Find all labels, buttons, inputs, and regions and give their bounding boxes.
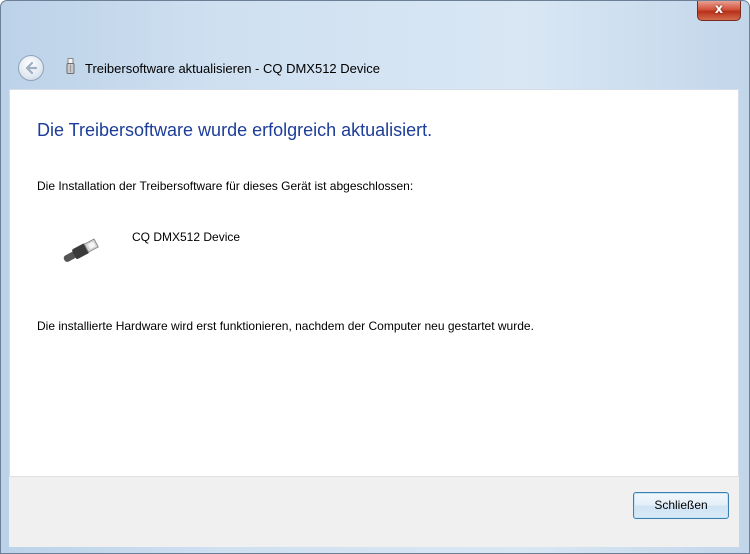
dialog-window: x Treibersoftware aktualisieren - CQ DMX…: [0, 0, 750, 554]
back-button[interactable]: [18, 55, 44, 81]
close-icon: x: [714, 2, 724, 17]
installation-description: Die Installation der Treibersoftware für…: [37, 179, 414, 193]
restart-note: Die installierte Hardware wird erst funk…: [37, 319, 534, 333]
dialog-footer: Schließen: [9, 476, 739, 547]
usb-device-icon: [66, 58, 75, 74]
device-name: CQ DMX512 Device: [132, 230, 241, 244]
page-title: Die Treibersoftware wurde erfolgreich ak…: [37, 120, 433, 140]
window-close-button[interactable]: x: [697, 1, 741, 21]
close-button[interactable]: Schließen: [633, 492, 729, 519]
back-arrow-icon: [25, 61, 38, 75]
content-panel: Die Treibersoftware wurde erfolgreich ak…: [9, 89, 739, 476]
usb-cable-icon: [63, 238, 99, 262]
title-bar: Treibersoftware aktualisieren - CQ DMX51…: [9, 51, 739, 89]
window-title: Treibersoftware aktualisieren - CQ DMX51…: [85, 61, 381, 76]
